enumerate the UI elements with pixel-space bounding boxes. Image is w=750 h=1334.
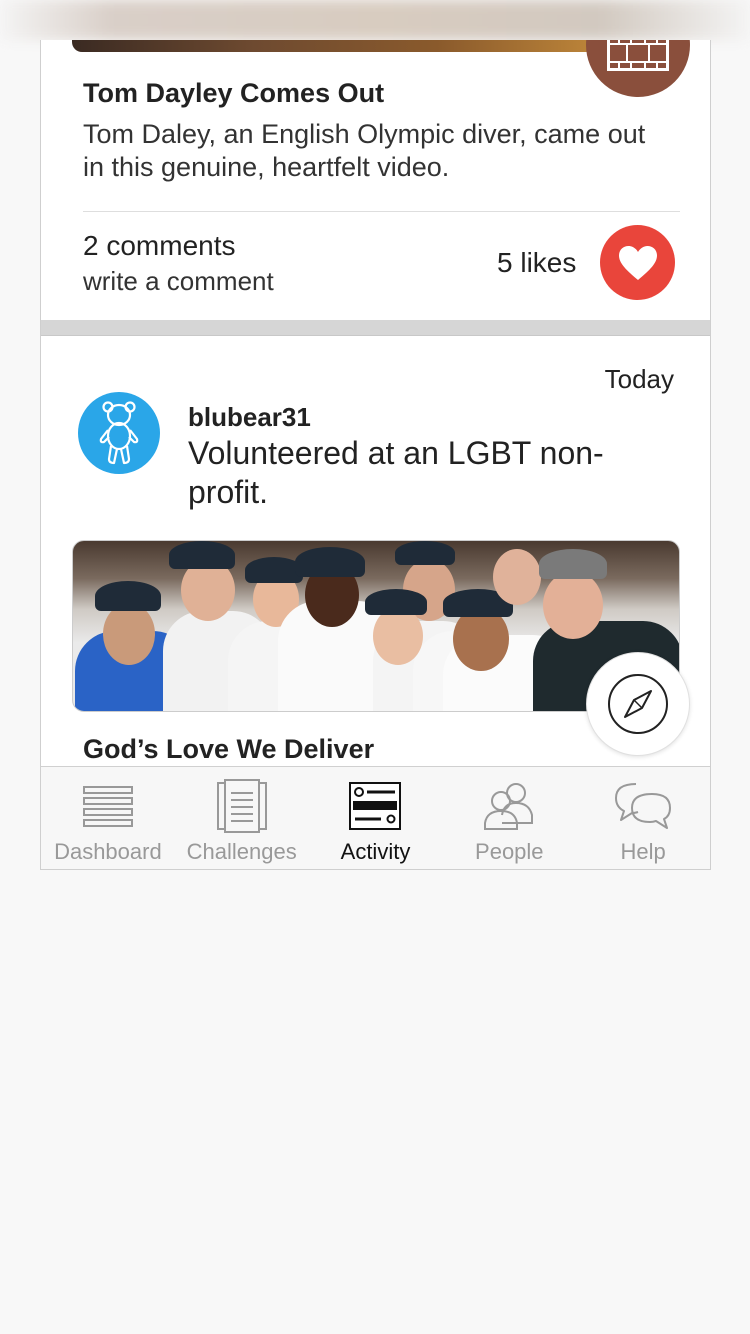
compass-icon bbox=[608, 674, 668, 734]
feed-card-activity[interactable]: Today blubear31 Volunteered at an LGBT n… bbox=[41, 336, 710, 776]
tab-label: People bbox=[475, 839, 544, 864]
avatar[interactable] bbox=[78, 392, 160, 474]
bear-icon bbox=[99, 401, 139, 465]
write-comment-link[interactable]: write a comment bbox=[83, 266, 274, 297]
status-bar-blur bbox=[0, 0, 750, 40]
tab-activity[interactable]: Activity bbox=[309, 767, 443, 869]
like-button[interactable] bbox=[600, 225, 675, 300]
people-icon bbox=[482, 777, 536, 835]
post-date: Today bbox=[604, 364, 674, 394]
tab-label: Dashboard bbox=[54, 839, 162, 864]
tab-dashboard[interactable]: Dashboard bbox=[41, 767, 175, 869]
explore-button[interactable] bbox=[586, 652, 690, 756]
film-icon bbox=[586, 40, 690, 97]
feed-card-video[interactable]: Tom Dayley Comes Out Tom Daley, an Engli… bbox=[41, 40, 710, 320]
card-title[interactable]: Tom Dayley Comes Out bbox=[83, 78, 384, 109]
username[interactable]: blubear31 bbox=[188, 402, 311, 433]
activity-icon bbox=[349, 777, 402, 835]
tab-challenges[interactable]: Challenges bbox=[175, 767, 309, 869]
card-description: Tom Daley, an English Olympic diver, cam… bbox=[83, 119, 646, 182]
comments-link[interactable]: 2 comments bbox=[83, 230, 236, 262]
tab-label: Help bbox=[620, 839, 666, 864]
card-separator bbox=[41, 320, 710, 336]
tab-label: Activity bbox=[340, 839, 411, 864]
post-title[interactable]: God’s Love We Deliver bbox=[83, 734, 374, 765]
heart-icon bbox=[618, 245, 657, 280]
activity-feed[interactable]: Tom Dayley Comes Out Tom Daley, an Engli… bbox=[40, 40, 711, 870]
list-icon bbox=[82, 777, 134, 835]
chat-bubbles-icon bbox=[614, 777, 672, 835]
document-icon bbox=[215, 777, 269, 835]
tab-people[interactable]: People bbox=[442, 767, 576, 869]
tab-label: Challenges bbox=[186, 839, 297, 864]
likes-count: 5 likes bbox=[497, 247, 577, 278]
tab-help[interactable]: Help bbox=[576, 767, 710, 869]
divider bbox=[83, 211, 680, 212]
tab-bar: Dashboard Challenges Activity People Hel… bbox=[41, 766, 710, 869]
post-text: Volunteered at an LGBT non-profit. bbox=[188, 435, 604, 510]
